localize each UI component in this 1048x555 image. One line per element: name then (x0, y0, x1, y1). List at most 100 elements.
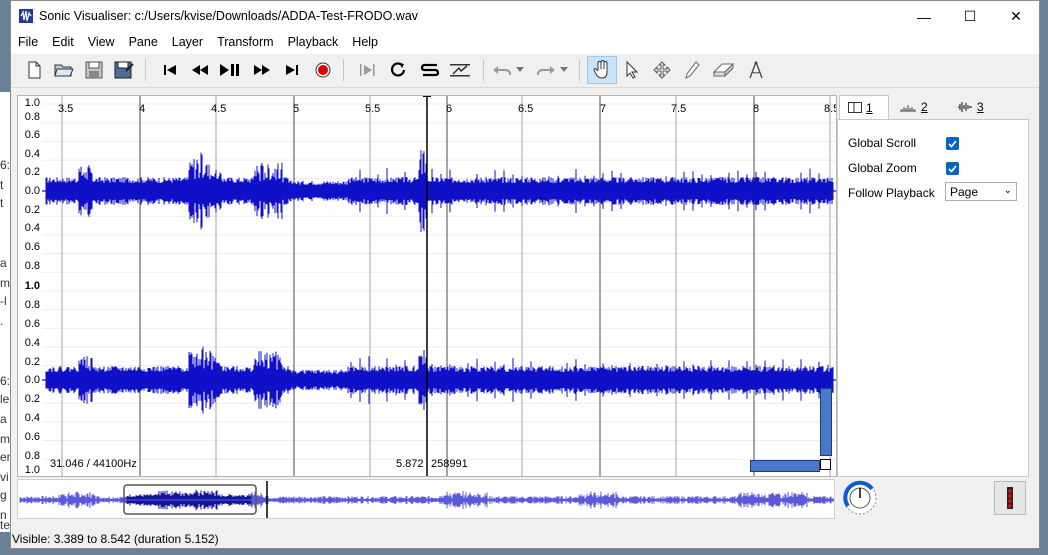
property-panel: 1 2 3 Global Scroll Global Zoom Follow P… (837, 95, 1029, 477)
output-level-button[interactable] (994, 481, 1026, 515)
normalize-button[interactable] (447, 58, 473, 82)
navigate-tool-button[interactable] (587, 56, 617, 84)
background-text-fragment: g (0, 488, 7, 502)
overview-pane[interactable] (17, 479, 835, 519)
undo-dropdown[interactable] (513, 58, 527, 82)
waveform-canvas[interactable] (18, 96, 836, 476)
draw-tool-button[interactable] (679, 58, 705, 82)
tab-3[interactable]: 3 (957, 97, 1007, 117)
scale-label: 1.0 (24, 464, 40, 476)
scale-label: 1.0 (24, 97, 40, 109)
erase-tool-button[interactable] (711, 58, 737, 82)
tab-1[interactable]: 1 (839, 95, 889, 119)
solo-icon (420, 63, 440, 77)
menu-help[interactable]: Help (345, 32, 385, 54)
rewind-start-button[interactable] (157, 58, 183, 82)
title-bar: Sonic Visualiser: c:/Users/kvise/Downloa… (11, 1, 1039, 32)
waveform-pane[interactable]: 1.0 0.8 0.6 0.4 0.2 0.0 0.2 0.4 0.6 0.8 … (17, 95, 837, 477)
toolbar-separator (483, 59, 484, 81)
close-button[interactable]: ✕ (993, 1, 1039, 32)
time-ruler-label: 5.5 (365, 103, 381, 115)
scale-label: 0.2 (24, 204, 40, 216)
redo-dropdown[interactable] (557, 58, 571, 82)
playback-speed-dial[interactable] (841, 479, 879, 517)
pane-icon (848, 102, 862, 113)
horizontal-zoom-thumbwheel[interactable] (750, 460, 820, 472)
time-ruler-label: 7 (600, 103, 607, 115)
open-file-icon (54, 64, 74, 77)
background-text-fragment: m (0, 432, 10, 446)
solo-button[interactable] (417, 58, 443, 82)
overview-canvas[interactable] (18, 480, 835, 519)
fast-forward-button[interactable] (249, 58, 275, 82)
erase-icon (713, 63, 735, 77)
maximize-button[interactable]: ☐ (947, 1, 993, 32)
cursor-frame: 258991 (431, 458, 468, 470)
background-window: 6:ttam-l.6:leamenvignte (0, 92, 10, 532)
global-zoom-checkbox[interactable] (946, 162, 959, 175)
background-text-fragment: -l (0, 294, 7, 308)
menu-pane[interactable]: Pane (122, 32, 165, 54)
amplitude-scale: 1.0 0.8 0.6 0.4 0.2 0.0 0.2 0.4 0.6 0.8 … (18, 96, 42, 476)
background-text-fragment: a (0, 412, 7, 426)
save-button[interactable] (81, 58, 107, 82)
play-selection-button[interactable] (355, 58, 381, 82)
menu-file[interactable]: File (11, 32, 45, 54)
time-ruler-label: 6.5 (518, 103, 534, 115)
vertical-zoom-thumbwheel[interactable] (820, 388, 832, 456)
menu-layer[interactable]: Layer (165, 32, 210, 54)
zoom-reset-button[interactable] (820, 459, 831, 470)
minimize-button[interactable]: — (901, 1, 947, 32)
save-as-button[interactable] (111, 58, 137, 82)
scale-label: 0.8 (24, 260, 40, 272)
open-file-button[interactable] (51, 58, 77, 82)
scale-label: 0.0 (24, 185, 40, 197)
new-file-icon (28, 61, 41, 79)
follow-playback-select[interactable]: Page ⌄ (945, 182, 1017, 201)
scale-label: 0.6 (24, 241, 40, 253)
select-arrow-icon (626, 61, 639, 79)
fast-forward-end-button[interactable] (279, 58, 305, 82)
navigate-hand-icon (593, 60, 608, 79)
move-tool-button[interactable] (649, 58, 675, 82)
fast-forward-end-icon (286, 65, 298, 75)
scale-label: 0.8 (24, 299, 40, 311)
new-file-button[interactable] (21, 58, 47, 82)
rewind-button[interactable] (187, 58, 213, 82)
global-scroll-label: Global Scroll (848, 136, 917, 150)
status-text: Visible: 3.389 to 8.542 (duration 5.152) (12, 532, 219, 546)
chevron-down-icon: ⌄ (1003, 185, 1012, 196)
loop-button[interactable] (385, 58, 411, 82)
measure-tool-button[interactable] (743, 58, 769, 82)
background-text-fragment: t (0, 196, 4, 210)
tab-label: 1 (866, 100, 873, 115)
play-pause-button[interactable] (217, 58, 243, 82)
time-ruler-label: 8.5 (824, 103, 836, 115)
minimize-icon: — (917, 8, 931, 25)
menu-view[interactable]: View (81, 32, 122, 54)
background-text-fragment: vi (0, 470, 9, 484)
scale-label: 0.8 (24, 111, 40, 123)
menu-transform[interactable]: Transform (210, 32, 281, 54)
spectrum-icon (900, 105, 916, 112)
scale-label: 0.4 (24, 412, 40, 424)
undo-button[interactable] (489, 58, 515, 82)
tab-label: 3 (977, 100, 984, 114)
chevron-down-icon (560, 67, 568, 72)
sonic-visualiser-window: Sonic Visualiser: c:/Users/kvise/Downloa… (10, 0, 1040, 549)
select-tool-button[interactable] (619, 58, 645, 82)
record-button[interactable] (310, 58, 336, 82)
menu-playback[interactable]: Playback (281, 32, 346, 54)
scale-label: 0.8 (24, 450, 40, 462)
background-text-fragment: le (0, 392, 10, 406)
time-ruler-label: 8 (753, 103, 760, 115)
time-ruler-label: 6 (446, 103, 453, 115)
global-scroll-checkbox[interactable] (946, 137, 959, 150)
scale-label: 1.0 (24, 280, 40, 292)
sample-rate-info: 31.046 / 44100Hz (50, 458, 137, 470)
menu-edit[interactable]: Edit (45, 32, 81, 54)
scale-label: 0.2 (24, 166, 40, 178)
normalize-icon (450, 64, 470, 77)
tab-2[interactable]: 2 (899, 97, 949, 117)
redo-button[interactable] (533, 58, 559, 82)
